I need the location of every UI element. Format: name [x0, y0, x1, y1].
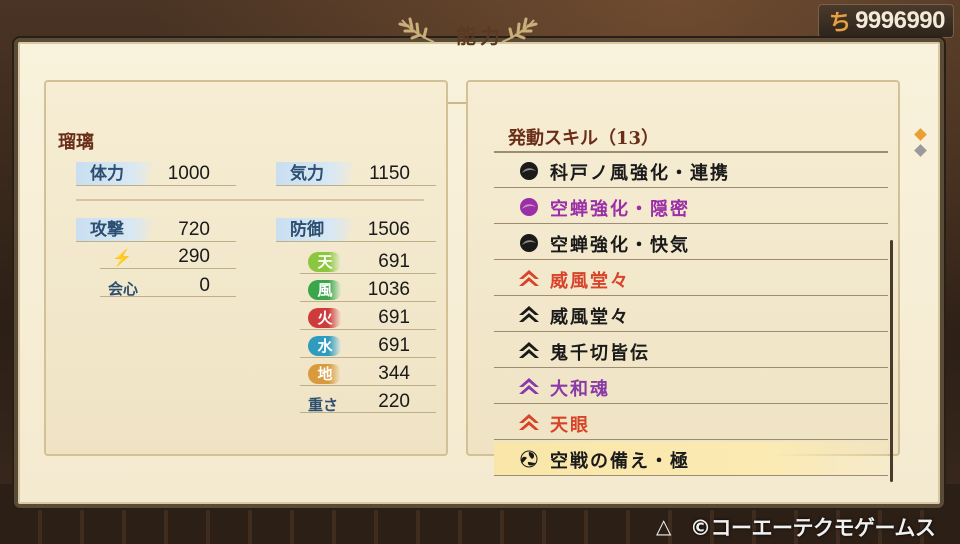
skill-name: 鬼千切皆伝: [550, 343, 650, 364]
element-value-kaze: 1036: [367, 279, 410, 300]
hp-value: 1000: [167, 163, 210, 184]
element-value-hi: 691: [378, 307, 410, 328]
element-value-chi: 344: [378, 363, 410, 384]
element-underline: [300, 385, 436, 386]
skill-name: 科戸ノ風強化・連携: [550, 163, 730, 184]
skill-row[interactable]: 天眼: [494, 406, 888, 440]
skill-row[interactable]: 鬼千切皆伝: [494, 334, 888, 368]
skill-name: 威風堂々: [550, 307, 630, 328]
element-underline: [300, 329, 436, 330]
skill-name: 天眼: [550, 415, 590, 436]
ki-label: 気力: [276, 162, 356, 186]
hp-label: 体力: [76, 162, 156, 186]
skill-name: 空蝉強化・快気: [550, 235, 690, 256]
weight-underline: [300, 412, 436, 413]
laurel-right-icon: [501, 17, 538, 43]
skill-name: 空蝉強化・隠密: [550, 199, 690, 220]
page-title: 能力: [456, 24, 504, 48]
element-underline: [300, 357, 436, 358]
crit-underline: [100, 296, 236, 297]
attack-underline: [76, 241, 236, 242]
defense-underline: [276, 241, 436, 242]
skill-row[interactable]: 大和魂: [494, 370, 888, 404]
element-badge-mizu: 水: [308, 336, 342, 356]
attack-value: 720: [178, 219, 210, 240]
ki-value: 1150: [369, 163, 410, 184]
skill-row[interactable]: 空蝉強化・快気: [494, 226, 888, 260]
hp-underline: [76, 185, 236, 186]
skill-name: 威風堂々: [550, 271, 630, 292]
magatama-purple-icon: [518, 197, 540, 217]
skill-name: 大和魂: [550, 379, 610, 400]
element-badge-ten: 天: [308, 252, 342, 272]
crit-value: 0: [199, 275, 210, 296]
magatama-dark-icon: [518, 233, 540, 253]
skill-row[interactable]: 威風堂々: [494, 262, 888, 296]
chevron-dark-icon: [518, 305, 540, 325]
attack-label: 攻撃: [76, 218, 156, 242]
weight-value: 220: [378, 391, 410, 412]
element-badge-chi: 地: [308, 364, 342, 384]
element-badge-hi: 火: [308, 308, 342, 328]
ki-underline: [276, 185, 436, 186]
element-value-mizu: 691: [378, 335, 410, 356]
skill-row[interactable]: 空戦の備え・極: [494, 442, 888, 476]
element-underline: [300, 273, 436, 274]
skill-name: 空戦の備え・極: [550, 451, 690, 472]
skill-row[interactable]: 空蝉強化・隠密: [494, 190, 888, 224]
magatama-dark-icon: [518, 161, 540, 181]
triangle-button-icon[interactable]: △: [656, 514, 671, 538]
character-name: 瑠璃: [58, 132, 94, 153]
lightning-icon: ⚡: [112, 248, 132, 267]
copyright-text: ©コーエーテクモゲームス: [690, 516, 936, 540]
bolt-underline: [100, 268, 236, 269]
element-badge-kaze: 風: [308, 280, 342, 300]
chevron-red-icon: [518, 269, 540, 289]
stats-divider: [76, 199, 424, 201]
triple-tomoe-icon: [518, 449, 540, 469]
skills-scrollbar[interactable]: [890, 240, 893, 482]
element-underline: [300, 301, 436, 302]
skill-row[interactable]: 威風堂々: [494, 298, 888, 332]
defense-value: 1506: [367, 219, 410, 240]
skills-header: 発動スキル（13）: [508, 128, 660, 149]
chevron-red-icon: [518, 413, 540, 433]
skill-row[interactable]: 科戸ノ風強化・連携: [494, 154, 888, 188]
defense-label: 防御: [276, 218, 356, 242]
chevron-purple-icon: [518, 377, 540, 397]
chevron-dark-icon: [518, 341, 540, 361]
element-value-ten: 691: [378, 251, 410, 272]
skills-header-line: [494, 151, 888, 153]
bolt-value: 290: [178, 246, 210, 267]
